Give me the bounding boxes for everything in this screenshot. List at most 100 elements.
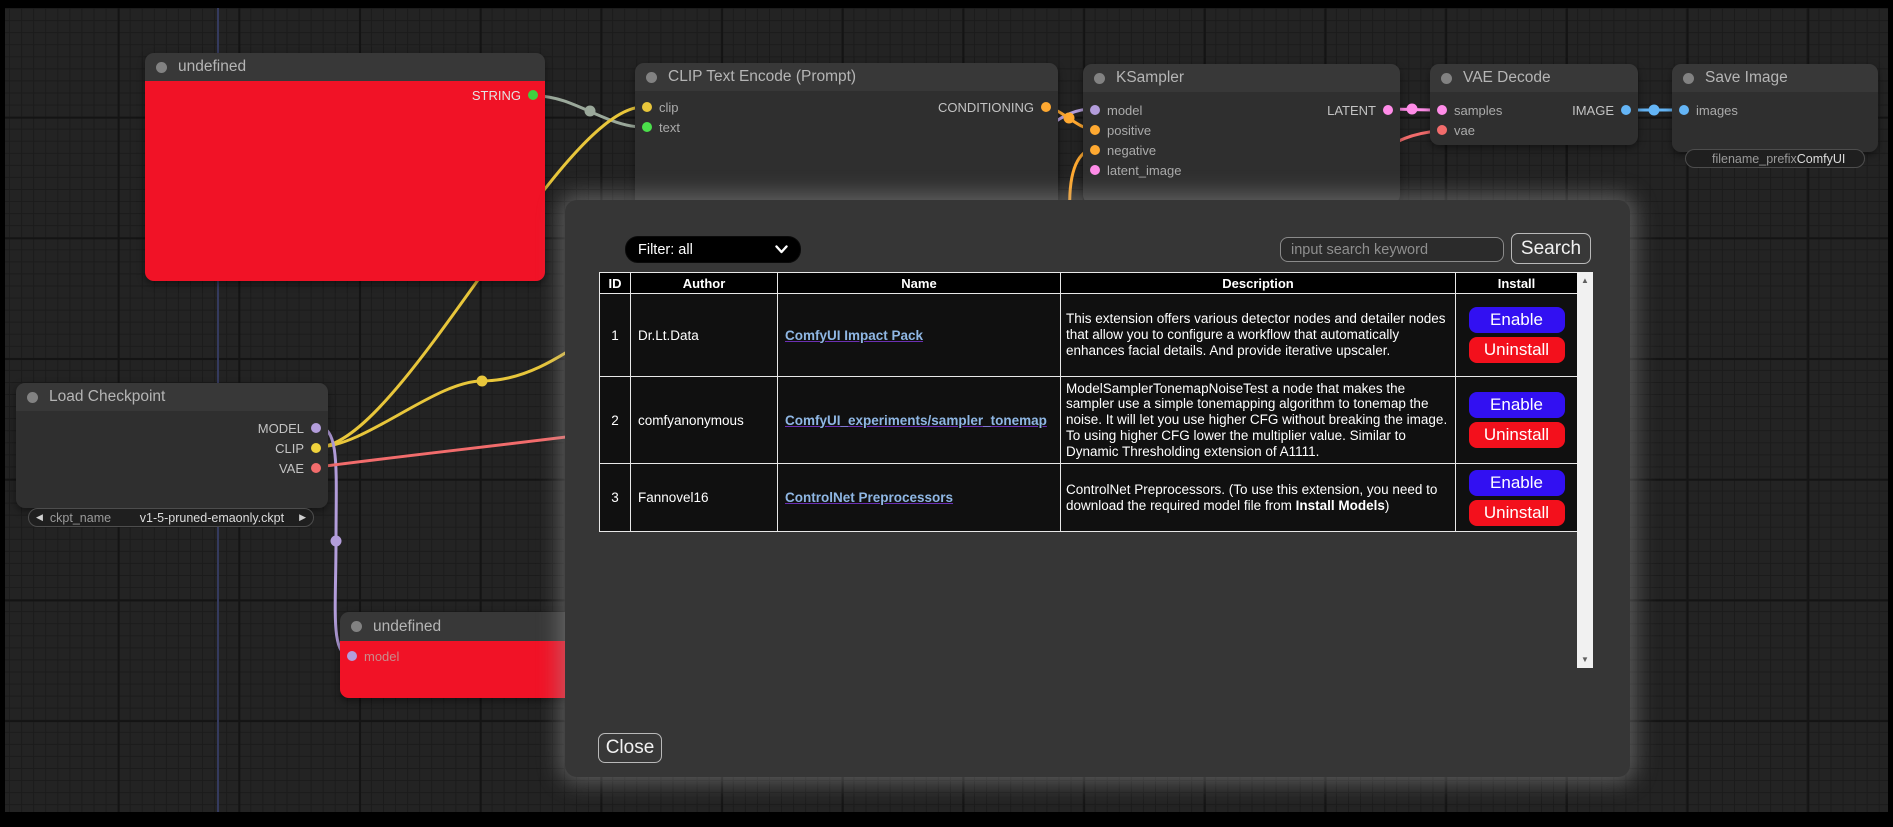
cell-author: Fannovel16 — [631, 464, 778, 532]
collapse-toggle-icon[interactable] — [1094, 73, 1105, 84]
node-undefined-top[interactable]: undefined STRING — [145, 53, 545, 281]
table-header-row: ID Author Name Description Install — [600, 273, 1578, 294]
cell-id: 2 — [600, 377, 631, 464]
input-port-model[interactable] — [347, 651, 357, 661]
cell-install: Enable Uninstall — [1456, 464, 1578, 532]
input-label: model — [1107, 103, 1142, 118]
output-port-clip[interactable] — [311, 443, 321, 453]
node-title-bar: Save Image — [1672, 64, 1878, 92]
header-author: Author — [631, 273, 778, 294]
table-row: 1 Dr.Lt.Data ComfyUI Impact Pack This ex… — [600, 294, 1578, 377]
extension-link[interactable]: ComfyUI Impact Pack — [785, 328, 923, 343]
collapse-toggle-icon[interactable] — [351, 621, 362, 632]
filter-select[interactable]: Filter: all — [625, 236, 801, 263]
input-label: samples — [1454, 103, 1502, 118]
extension-table: ID Author Name Description Install 1 Dr.… — [599, 272, 1578, 532]
input-port-text[interactable] — [642, 122, 652, 132]
table-row: 2 comfyanonymous ComfyUI_experiments/sam… — [600, 377, 1578, 464]
input-label: positive — [1107, 123, 1151, 138]
table-scrollbar[interactable]: ▲ ▼ — [1577, 272, 1593, 668]
chevron-down-icon — [775, 242, 788, 258]
node-title-bar: KSampler — [1083, 64, 1400, 92]
output-label: STRING — [472, 88, 521, 103]
cell-id: 1 — [600, 294, 631, 377]
input-port-positive[interactable] — [1090, 125, 1100, 135]
node-save-image[interactable]: Save Image images filename_prefix ComfyU… — [1672, 64, 1878, 152]
canvas-edge — [1888, 0, 1893, 827]
enable-button[interactable]: Enable — [1469, 392, 1565, 418]
header-id: ID — [600, 273, 631, 294]
collapse-toggle-icon[interactable] — [1441, 73, 1452, 84]
input-port-model[interactable] — [1090, 105, 1100, 115]
uninstall-button[interactable]: Uninstall — [1469, 422, 1565, 448]
canvas-edge — [0, 0, 5, 827]
node-body: MODEL CLIP VAE ◀ ckpt_name v1-5-pruned-e… — [16, 411, 328, 508]
uninstall-button[interactable]: Uninstall — [1469, 500, 1565, 526]
extension-table-container: ID Author Name Description Install 1 Dr.… — [599, 272, 1593, 668]
app-window: undefined STRING CLIP Text Encode (Promp… — [0, 0, 1893, 827]
search-button[interactable]: Search — [1511, 233, 1591, 264]
close-button[interactable]: Close — [598, 733, 662, 763]
enable-button[interactable]: Enable — [1469, 470, 1565, 496]
output-label: MODEL — [258, 421, 304, 436]
collapse-toggle-icon[interactable] — [1683, 73, 1694, 84]
node-clip-text-encode[interactable]: CLIP Text Encode (Prompt) CONDITIONING c… — [635, 63, 1058, 210]
input-port-latent-image[interactable] — [1090, 165, 1100, 175]
node-title: KSampler — [1116, 69, 1184, 87]
wire-string-dot — [585, 106, 596, 117]
output-port-latent[interactable] — [1383, 105, 1393, 115]
input-port-clip[interactable] — [642, 102, 652, 112]
node-body: images filename_prefix ComfyUI — [1672, 92, 1878, 152]
widget-name: ckpt_name — [50, 511, 111, 525]
collapse-toggle-icon[interactable] — [646, 72, 657, 83]
widget-value: v1-5-pruned-emaonly.ckpt — [140, 511, 284, 525]
enable-button[interactable]: Enable — [1469, 307, 1565, 333]
node-load-checkpoint[interactable]: Load Checkpoint MODEL CLIP VAE ◀ ckpt_na — [16, 383, 328, 508]
wire-image-dot — [1649, 105, 1660, 116]
output-port-conditioning[interactable] — [1041, 102, 1051, 112]
output-port-vae[interactable] — [311, 463, 321, 473]
input-port-samples[interactable] — [1437, 105, 1447, 115]
filter-selected-value: Filter: all — [638, 242, 693, 258]
canvas-edge — [0, 812, 1893, 827]
node-ksampler[interactable]: KSampler LATENT model positive negative — [1083, 64, 1400, 204]
input-port-vae[interactable] — [1437, 125, 1447, 135]
wire-conditioning-dot — [1064, 113, 1075, 124]
wire-model-dot — [331, 536, 342, 547]
input-label: negative — [1107, 143, 1156, 158]
input-label: text — [659, 120, 680, 135]
output-port-model[interactable] — [311, 423, 321, 433]
widget-name: filename_prefix — [1712, 152, 1797, 166]
cell-description: ControlNet Preprocessors. (To use this e… — [1061, 464, 1456, 532]
uninstall-button[interactable]: Uninstall — [1469, 337, 1565, 363]
node-title: Save Image — [1705, 69, 1788, 87]
table-row: 3 Fannovel16 ControlNet Preprocessors Co… — [600, 464, 1578, 532]
ckpt-name-widget[interactable]: ◀ ckpt_name v1-5-pruned-emaonly.ckpt ▶ — [28, 508, 314, 527]
cell-install: Enable Uninstall — [1456, 377, 1578, 464]
cell-author: comfyanonymous — [631, 377, 778, 464]
output-port-image[interactable] — [1621, 105, 1631, 115]
extension-link[interactable]: ComfyUI_experiments/sampler_tonemap — [785, 413, 1047, 428]
node-body: CONDITIONING clip text — [635, 91, 1058, 210]
input-port-negative[interactable] — [1090, 145, 1100, 155]
output-port-string[interactable] — [528, 90, 538, 100]
output-label: CLIP — [275, 441, 304, 456]
collapse-toggle-icon[interactable] — [156, 62, 167, 73]
filename-prefix-widget[interactable]: filename_prefix ComfyUI — [1685, 149, 1865, 168]
output-label: LATENT — [1327, 103, 1376, 118]
node-vae-decode[interactable]: VAE Decode IMAGE samples vae — [1430, 64, 1638, 145]
input-label: model — [364, 649, 399, 664]
collapse-toggle-icon[interactable] — [27, 392, 38, 403]
cell-description: ModelSamplerTonemapNoiseTest a node that… — [1061, 377, 1456, 464]
step-right-icon[interactable]: ▶ — [292, 512, 313, 523]
scroll-down-icon[interactable]: ▼ — [1581, 651, 1589, 668]
scroll-up-icon[interactable]: ▲ — [1581, 272, 1589, 289]
extension-link[interactable]: ControlNet Preprocessors — [785, 490, 953, 505]
search-input[interactable] — [1280, 237, 1504, 262]
node-body: STRING — [145, 81, 545, 281]
wire-clip-dot — [477, 376, 488, 387]
input-port-images[interactable] — [1679, 105, 1689, 115]
cell-id: 3 — [600, 464, 631, 532]
step-left-icon[interactable]: ◀ — [29, 512, 50, 523]
cell-install: Enable Uninstall — [1456, 294, 1578, 377]
